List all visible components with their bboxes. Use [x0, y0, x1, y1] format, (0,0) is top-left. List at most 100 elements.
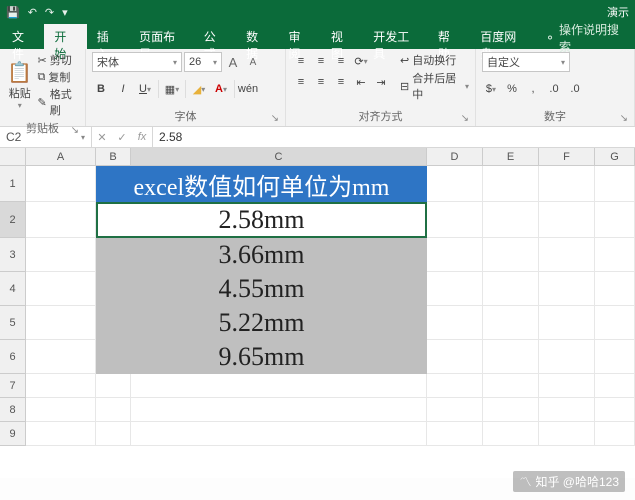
tab-数据[interactable]: 数据 [236, 24, 278, 49]
align-top-button[interactable]: ≡ [292, 52, 310, 70]
paste-dropdown-icon[interactable]: ▾ [18, 101, 22, 110]
cell[interactable] [595, 398, 635, 422]
cell[interactable] [427, 422, 483, 446]
paste-label[interactable]: 粘贴 [9, 85, 31, 101]
cell[interactable] [427, 202, 483, 238]
cell[interactable] [483, 374, 539, 398]
tab-审阅[interactable]: 审阅 [278, 24, 320, 49]
qat-more-icon[interactable]: ▾ [62, 6, 68, 19]
cell[interactable] [539, 202, 595, 238]
tab-插入[interactable]: 插入 [87, 24, 129, 49]
currency-button[interactable]: $▾ [482, 80, 500, 98]
alignment-launcher-icon[interactable]: ↘ [461, 113, 469, 124]
cell[interactable] [26, 422, 96, 446]
cell[interactable] [131, 374, 427, 398]
col-header-F[interactable]: F [539, 148, 595, 166]
cancel-icon[interactable]: ✕ [92, 131, 112, 144]
shrink-font-button[interactable]: A [244, 53, 262, 71]
cell[interactable] [427, 238, 483, 272]
align-middle-button[interactable]: ≡ [312, 52, 330, 70]
cell[interactable] [483, 398, 539, 422]
decrease-decimal-button[interactable]: .0 [566, 80, 584, 98]
cell[interactable] [483, 272, 539, 306]
cell[interactable] [483, 166, 539, 202]
row-header-7[interactable]: 7 [0, 374, 26, 398]
merge-center-button[interactable]: ⊟合并后居中▾ [400, 70, 469, 102]
cell[interactable] [26, 398, 96, 422]
orientation-button[interactable]: ⟳▾ [352, 52, 370, 70]
border-button[interactable]: ▦▾ [163, 80, 181, 98]
data-cell[interactable]: 9.65mm [96, 340, 427, 374]
cell[interactable] [483, 306, 539, 340]
redo-icon[interactable]: ↷ [45, 6, 54, 19]
tab-帮助[interactable]: 帮助 [428, 24, 470, 49]
row-header-9[interactable]: 9 [0, 422, 26, 446]
copy-button[interactable]: ⧉复制 [38, 69, 79, 85]
number-launcher-icon[interactable]: ↘ [620, 113, 628, 124]
row-header-6[interactable]: 6 [0, 340, 26, 374]
cut-button[interactable]: ✂剪切 [38, 52, 79, 68]
cell[interactable] [427, 306, 483, 340]
font-size-select[interactable]: 26▾ [184, 52, 222, 72]
align-left-button[interactable]: ≡ [292, 73, 310, 91]
tell-me-search[interactable]: ⚬操作说明搜索 [535, 24, 635, 49]
tab-开始[interactable]: 开始 [44, 24, 86, 49]
cell[interactable] [26, 306, 96, 340]
spreadsheet-grid[interactable]: ABCDEFG 123456789 excel数值如何单位为mm2.58mm3.… [0, 148, 635, 478]
cell[interactable] [595, 374, 635, 398]
active-cell[interactable]: 2.58mm [96, 202, 427, 238]
cell[interactable] [595, 202, 635, 238]
data-header-cell[interactable]: excel数值如何单位为mm [96, 166, 427, 202]
align-right-button[interactable]: ≡ [332, 73, 350, 91]
increase-decimal-button[interactable]: .0 [545, 80, 563, 98]
select-all-corner[interactable] [0, 148, 26, 166]
comma-button[interactable]: , [524, 80, 542, 98]
cell[interactable] [427, 398, 483, 422]
bold-button[interactable]: B [92, 80, 110, 98]
indent-left-button[interactable]: ⇤ [352, 73, 370, 91]
row-header-3[interactable]: 3 [0, 238, 26, 272]
row-header-5[interactable]: 5 [0, 306, 26, 340]
cell[interactable] [483, 340, 539, 374]
row-header-2[interactable]: 2 [0, 202, 26, 238]
cell[interactable] [595, 238, 635, 272]
cell[interactable] [427, 340, 483, 374]
indent-right-button[interactable]: ⇥ [372, 73, 390, 91]
cell[interactable] [595, 166, 635, 202]
cell[interactable] [96, 422, 131, 446]
cell[interactable] [96, 398, 131, 422]
col-header-D[interactable]: D [427, 148, 483, 166]
font-name-select[interactable]: 宋体▾ [92, 52, 182, 72]
cell[interactable] [539, 272, 595, 306]
col-header-G[interactable]: G [595, 148, 635, 166]
tab-百度网盘[interactable]: 百度网盘 [470, 24, 535, 49]
cell[interactable] [539, 422, 595, 446]
phonetic-button[interactable]: wén [239, 80, 257, 98]
cell[interactable] [483, 238, 539, 272]
cell[interactable] [539, 306, 595, 340]
cell[interactable] [427, 272, 483, 306]
fill-color-button[interactable]: ◢▾ [190, 80, 208, 98]
align-center-button[interactable]: ≡ [312, 73, 330, 91]
cell[interactable] [26, 340, 96, 374]
font-launcher-icon[interactable]: ↘ [271, 113, 279, 124]
tab-公式[interactable]: 公式 [194, 24, 236, 49]
number-format-select[interactable]: 自定义▾ [482, 52, 570, 72]
row-header-4[interactable]: 4 [0, 272, 26, 306]
formula-input[interactable]: 2.58 [153, 127, 635, 147]
underline-button[interactable]: U▾ [136, 80, 154, 98]
cell[interactable] [483, 422, 539, 446]
col-header-B[interactable]: B [96, 148, 131, 166]
cell[interactable] [427, 374, 483, 398]
cell[interactable] [595, 306, 635, 340]
cell[interactable] [26, 238, 96, 272]
cell[interactable] [26, 166, 96, 202]
grow-font-button[interactable]: A [224, 53, 242, 71]
save-icon[interactable]: 💾 [6, 6, 20, 19]
row-header-1[interactable]: 1 [0, 166, 26, 202]
cell[interactable] [26, 202, 96, 238]
cell[interactable] [26, 374, 96, 398]
cell[interactable] [96, 374, 131, 398]
italic-button[interactable]: I [114, 80, 132, 98]
cell[interactable] [539, 166, 595, 202]
